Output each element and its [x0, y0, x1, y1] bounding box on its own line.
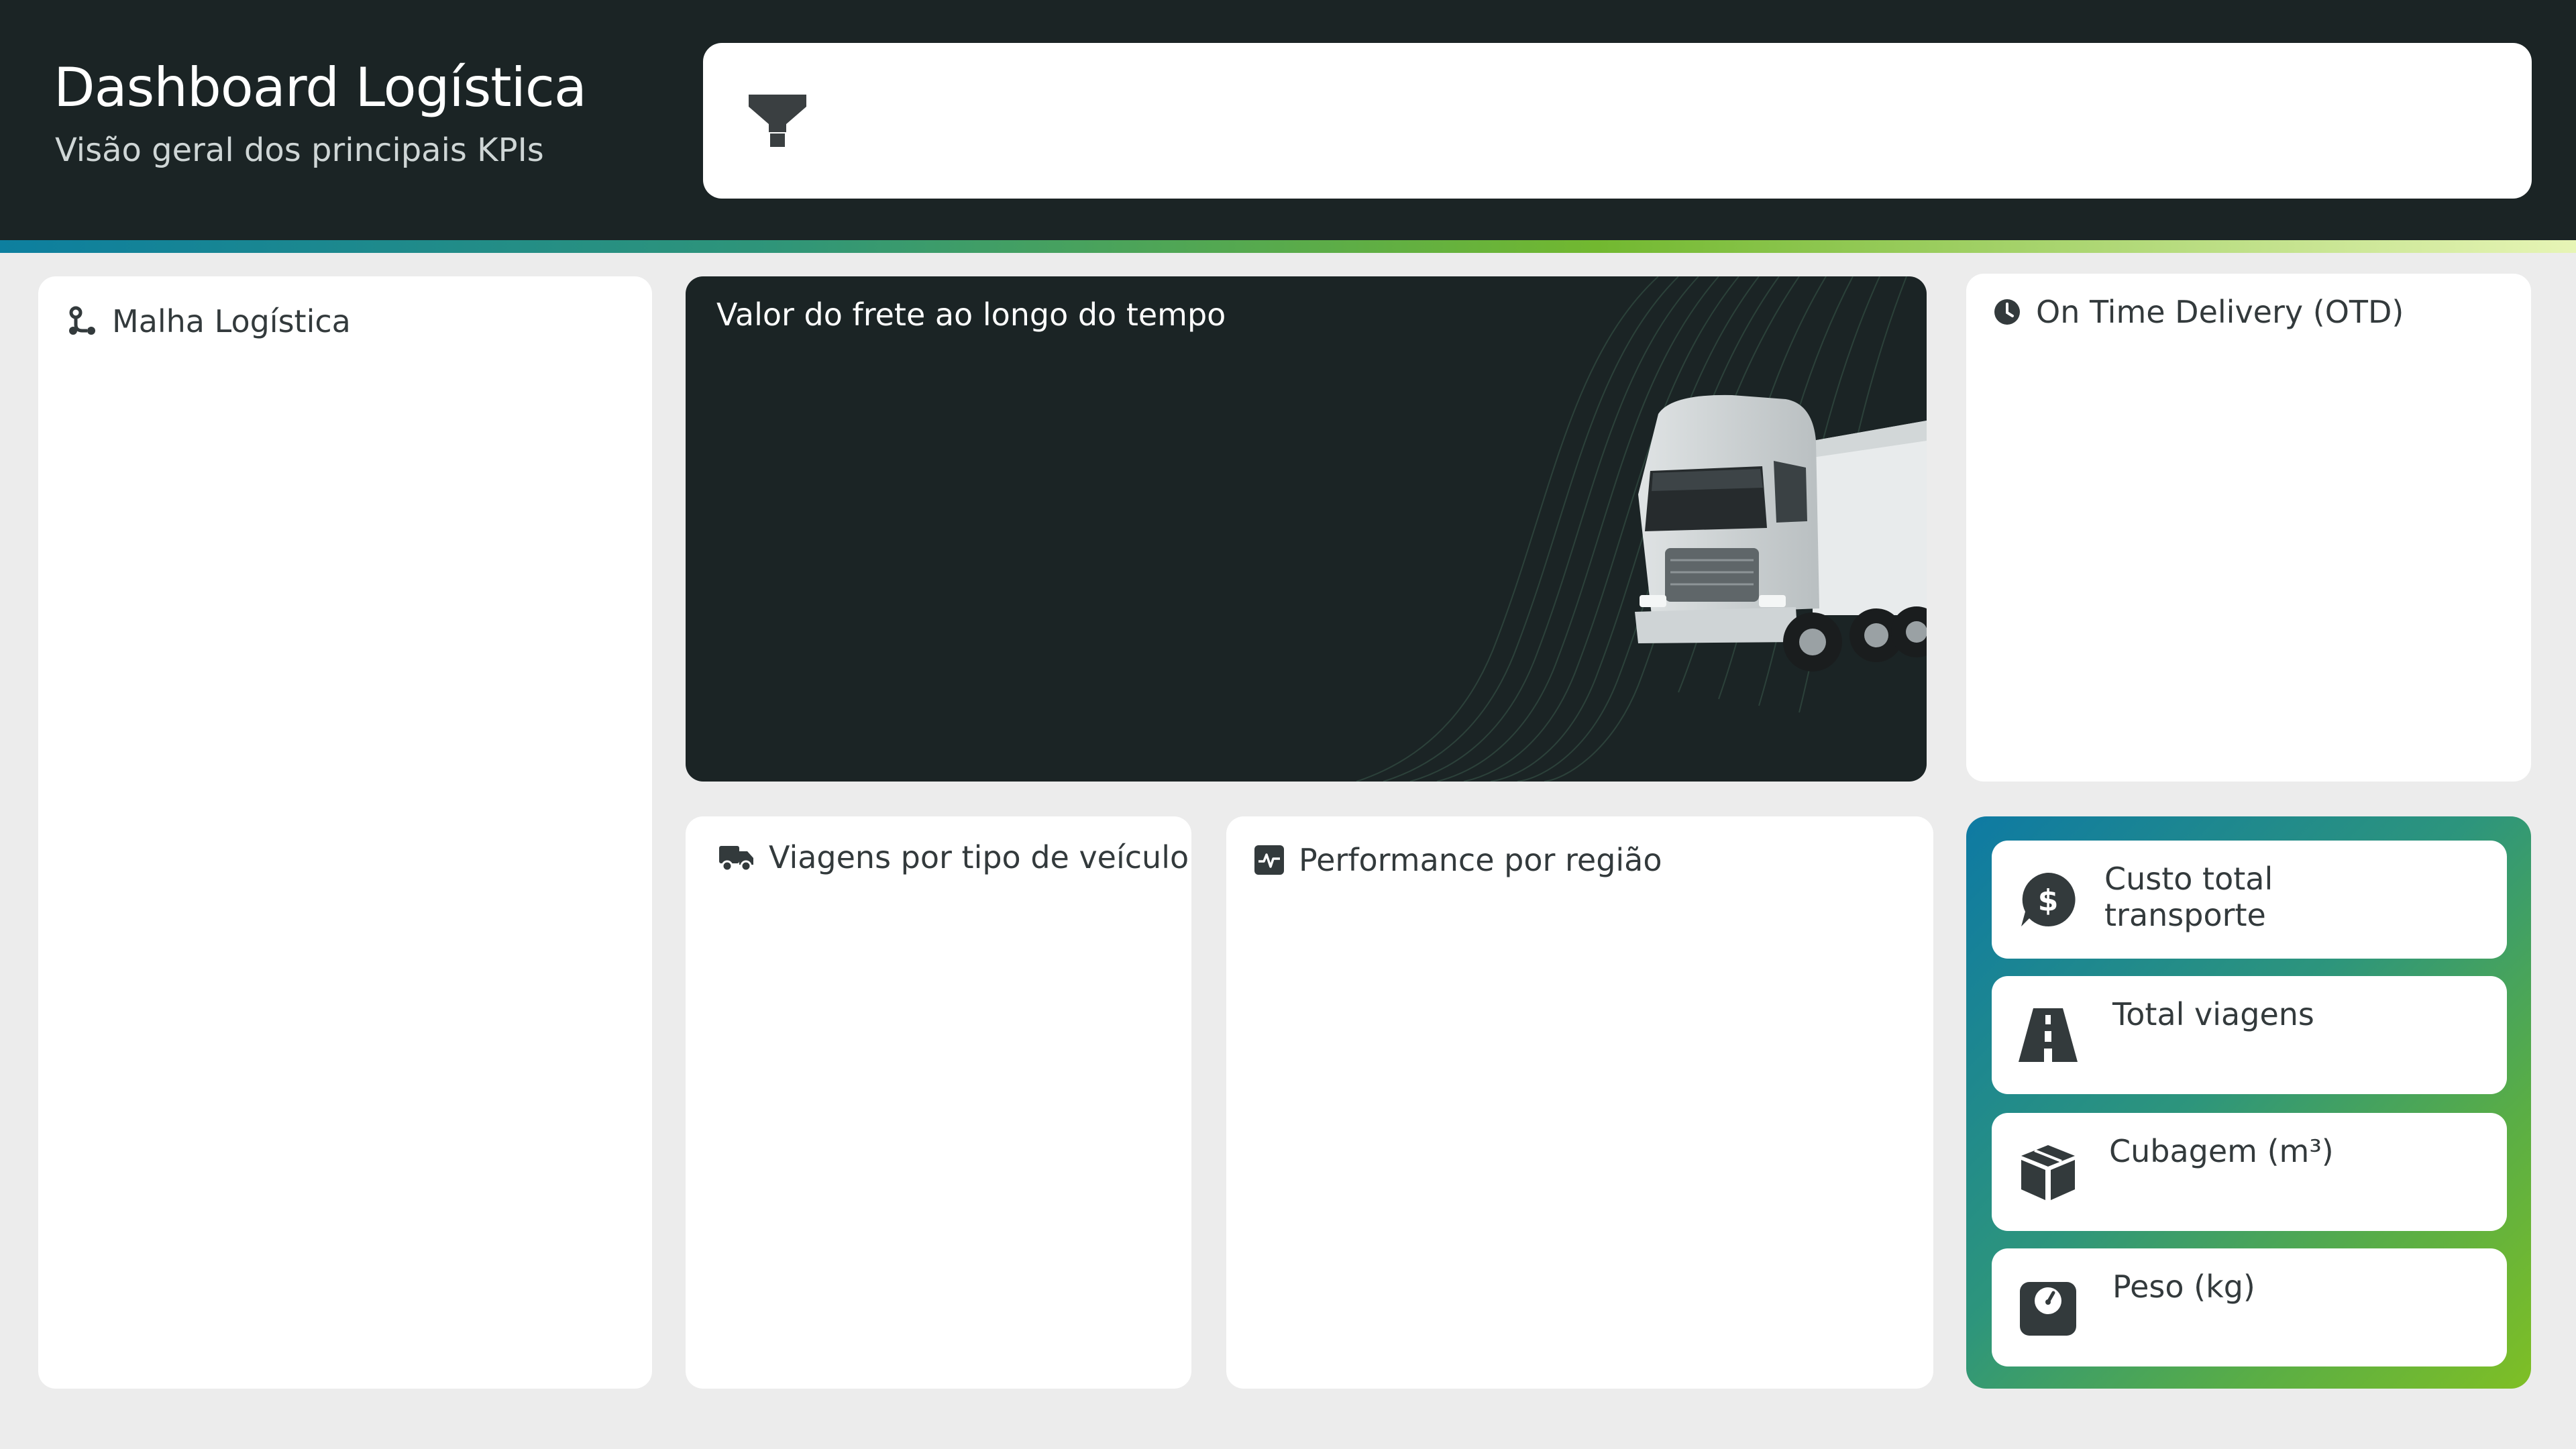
route-icon — [69, 306, 95, 335]
kpi-card-cubagem: Cubagem (m³) — [1992, 1113, 2507, 1231]
kpi-card-peso: Peso (kg) — [1992, 1248, 2507, 1366]
header: Dashboard Logística Visão geral dos prin… — [0, 0, 2576, 240]
malha-logistica-header: Malha Logística — [66, 303, 351, 339]
kpi-card-total-viagens: Total viagens — [1992, 976, 2507, 1094]
header-accent-band — [0, 240, 2576, 253]
kpi-label: Custo total transporte — [2104, 861, 2273, 933]
otd-header: On Time Delivery (OTD) — [1993, 294, 2404, 330]
dollar-chat-icon: $ — [2021, 872, 2076, 926]
performance-title: Performance por região — [1299, 842, 1662, 878]
otd-card: On Time Delivery (OTD) — [1966, 274, 2531, 782]
valor-frete-title: Valor do frete ao longo do tempo — [716, 297, 1226, 333]
page-subtitle: Visão geral dos principais KPIs — [55, 131, 544, 169]
scale-icon — [2020, 1282, 2076, 1336]
truck-image — [1635, 394, 1927, 672]
pulse-icon — [1254, 845, 1284, 875]
kpi-label: Peso (kg) — [2112, 1269, 2255, 1305]
kpi-label: Total viagens — [2112, 996, 2314, 1032]
otd-title: On Time Delivery (OTD) — [2036, 294, 2404, 330]
filter-icon[interactable] — [747, 93, 808, 148]
viagens-title: Viagens por tipo de veículo — [769, 839, 1189, 875]
filter-bar[interactable] — [703, 43, 2532, 199]
kpi-panel: $ Custo total transporte Total viagens C… — [1966, 816, 2531, 1389]
performance-header: Performance por região — [1254, 842, 1662, 878]
road-icon — [2019, 1008, 2078, 1062]
performance-card: Performance por região — [1226, 816, 1933, 1389]
valor-frete-card: Valor do frete ao longo do tempo — [686, 276, 1927, 782]
kpi-label: Cubagem (m³) — [2109, 1133, 2334, 1169]
viagens-header: Viagens por tipo de veículo — [719, 839, 1189, 875]
truck-icon — [719, 846, 753, 871]
clock-icon — [1994, 299, 2020, 325]
malha-logistica-card: Malha Logística — [38, 276, 652, 1389]
kpi-card-custo-total: $ Custo total transporte — [1992, 841, 2507, 959]
svg-text:$: $ — [2038, 883, 2059, 918]
valor-frete-header: Valor do frete ao longo do tempo — [716, 297, 1226, 333]
malha-logistica-title: Malha Logística — [112, 303, 351, 339]
box-icon — [2021, 1145, 2075, 1200]
viagens-card: Viagens por tipo de veículo — [686, 816, 1191, 1389]
page-title: Dashboard Logística — [54, 56, 587, 119]
